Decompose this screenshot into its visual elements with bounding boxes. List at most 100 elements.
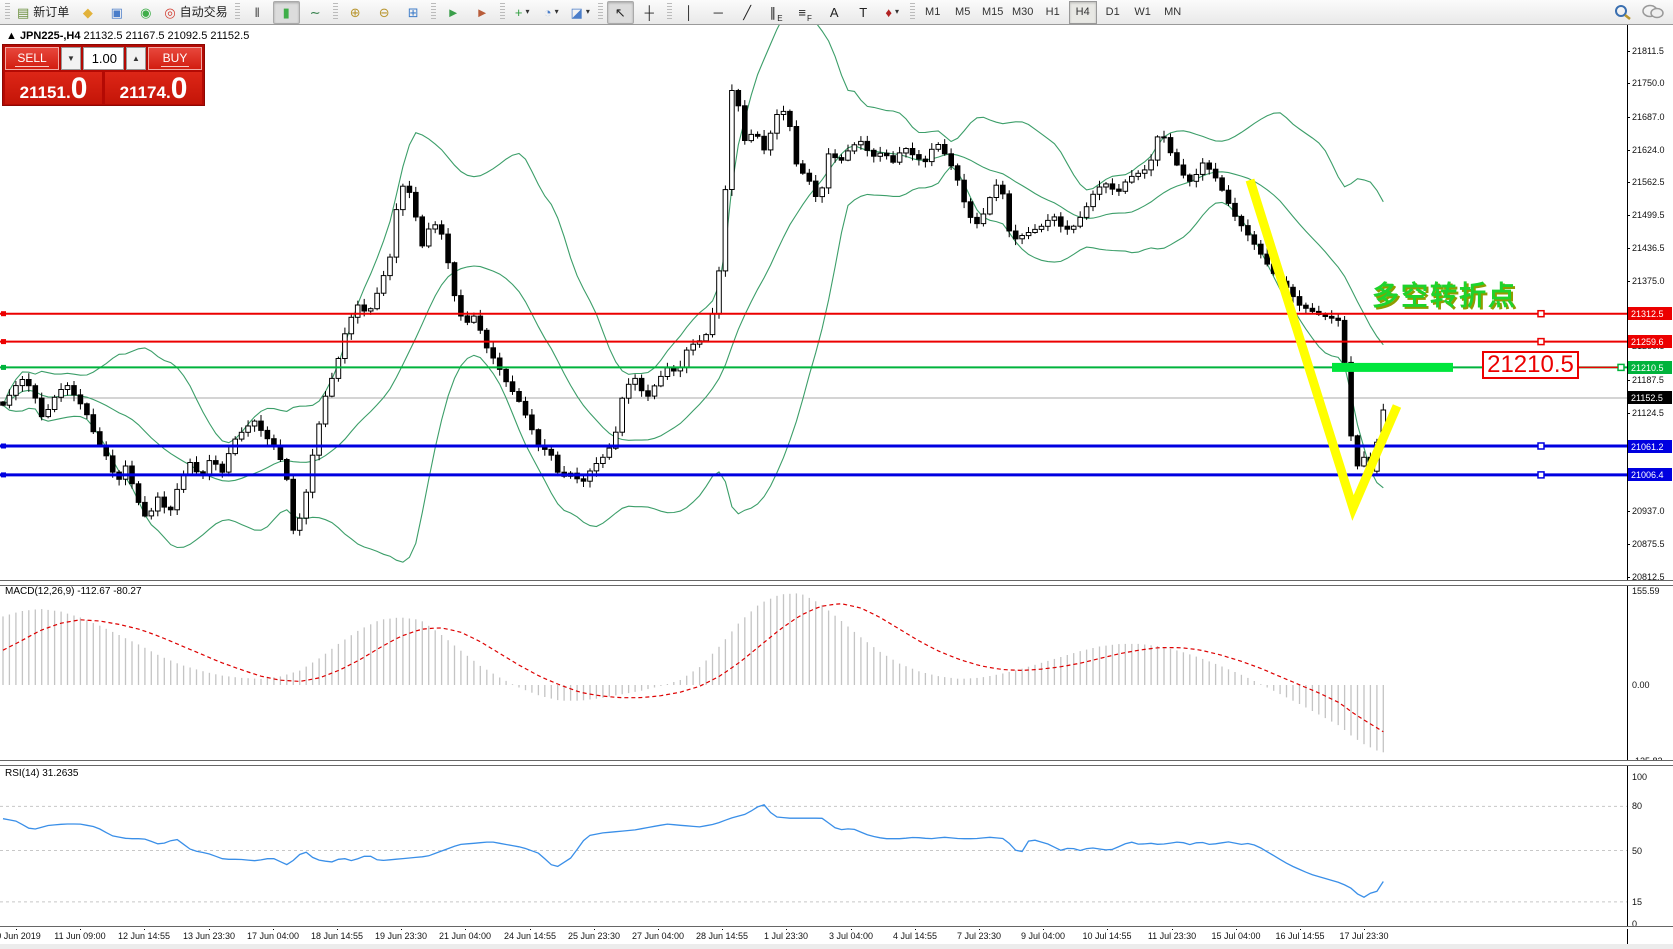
vertical-line-icon: │ [685, 6, 693, 19]
arrows-icon[interactable]: ♦▾ [879, 1, 906, 24]
rsi-panel[interactable] [0, 766, 1627, 926]
toolbar-grip [667, 3, 672, 21]
time-tick-label: 10 Jun 2019 [0, 931, 41, 941]
time-tick-label: 25 Jun 23:30 [568, 931, 620, 941]
channel-icon[interactable]: ∥E [763, 1, 790, 24]
time-tick-label: 19 Jun 23:30 [375, 931, 427, 941]
time-tick-label: 11 Jul 23:30 [1148, 931, 1196, 941]
time-tick-label: 12 Jun 14:55 [118, 931, 170, 941]
tile-windows-icon[interactable]: ⊞ [400, 1, 427, 24]
channel-icon: ∥ [770, 6, 777, 19]
panel-separator-macd[interactable] [0, 580, 1673, 586]
label-icon[interactable]: T [850, 1, 877, 24]
chart-shift-icon: ► [476, 6, 489, 19]
label-icon: T [859, 6, 867, 19]
search-icon[interactable] [1613, 3, 1633, 21]
time-tick-label: 27 Jun 04:00 [632, 931, 684, 941]
terminal-icon[interactable]: ▣ [103, 1, 130, 24]
line-chart-icon[interactable]: ∼ [302, 1, 329, 24]
trendline-icon[interactable]: ╱ [734, 1, 761, 24]
rsi-tick-label: 100 [1632, 772, 1672, 782]
text-icon[interactable]: A [821, 1, 848, 24]
auto-scroll-icon[interactable]: ► [440, 1, 467, 24]
axis-badge-21259.6: 21259.6 [1628, 335, 1672, 348]
price-tick [1627, 544, 1630, 545]
signals-icon[interactable]: ◉ [132, 1, 159, 24]
buy-price[interactable]: 21174.0 [105, 72, 202, 104]
time-tick-label: 17 Jun 04:00 [247, 931, 299, 941]
rsi-levels [0, 806, 1627, 902]
macd-tick-label: 0.00 [1632, 680, 1672, 690]
bar-chart-icon[interactable]: ‖ [244, 1, 271, 24]
price-tick [1627, 150, 1630, 151]
timeframe-m30[interactable]: M30 [1009, 1, 1037, 24]
candlestick-icon[interactable]: ▮ [273, 1, 300, 24]
vertical-line-icon[interactable]: │ [676, 1, 703, 24]
bottom-strip [0, 944, 1673, 949]
templates-icon[interactable]: ◪▾ [567, 1, 594, 24]
metaeditor-icon[interactable]: ◆ [74, 1, 101, 24]
timeframe-m15[interactable]: M15 [979, 1, 1007, 24]
price-tick-label: 21687.0 [1632, 112, 1672, 122]
periods-clock-icon[interactable]: ◔▾ [538, 1, 565, 24]
new-order-button[interactable]: ▤新订单 [14, 1, 72, 24]
horizontal-line-icon[interactable]: ─ [705, 1, 732, 24]
time-tick-label: 28 Jun 14:55 [696, 931, 748, 941]
toolbar-grip [5, 3, 10, 21]
indicators-add-icon[interactable]: +▾ [509, 1, 536, 24]
timeframe-w1[interactable]: W1 [1129, 1, 1157, 24]
candlestick-icon: ▮ [283, 6, 290, 19]
price-tick-label: 21187.5 [1632, 375, 1672, 385]
macd-histogram [3, 593, 1383, 752]
bollinger-bands [3, 25, 1383, 562]
yellow-zigzag[interactable] [1250, 180, 1397, 508]
one-click-trading-panel: SELL ▼ 1.00 ▲ BUY 21151.0 21174.0 [2, 44, 205, 106]
templates-icon-dropdown[interactable]: ▾ [586, 8, 590, 16]
turning-point-annotation[interactable]: 多空转折点 [1372, 274, 1517, 313]
panel-separator-rsi[interactable] [0, 760, 1673, 766]
sell-price[interactable]: 21151.0 [5, 72, 102, 104]
cursor-icon[interactable]: ↖ [607, 1, 634, 24]
time-tick-label: 13 Jun 23:30 [183, 931, 235, 941]
green-highlight-bar[interactable] [1332, 363, 1453, 372]
chart-shift-icon[interactable]: ► [469, 1, 496, 24]
timeframe-mn[interactable]: MN [1159, 1, 1187, 24]
price-tick [1627, 577, 1630, 578]
volume-increase-button[interactable]: ▲ [126, 47, 146, 70]
volume-decrease-button[interactable]: ▼ [61, 47, 81, 70]
sell-button[interactable]: SELL [5, 47, 59, 70]
price-tick-label: 21562.5 [1632, 177, 1672, 187]
macd-panel[interactable] [0, 584, 1627, 762]
arrows-icon-dropdown[interactable]: ▾ [895, 8, 899, 16]
price-callout-label[interactable]: 21210.5 [1482, 351, 1579, 379]
buy-button[interactable]: BUY [148, 47, 202, 70]
periods-clock-icon-dropdown[interactable]: ▾ [555, 8, 559, 16]
time-tick-label: 10 Jul 14:55 [1082, 931, 1131, 941]
autotrading-button[interactable]: ◎自动交易 [161, 1, 230, 24]
candles [1, 84, 1386, 535]
signals-icon: ◉ [140, 6, 151, 19]
timeframe-d1[interactable]: D1 [1099, 1, 1127, 24]
price-tick [1627, 83, 1630, 84]
timeframe-m1[interactable]: M1 [919, 1, 947, 24]
timeframe-m5[interactable]: M5 [949, 1, 977, 24]
time-tick-label: 18 Jun 14:55 [311, 931, 363, 941]
zoom-in-icon[interactable]: ⊕ [342, 1, 369, 24]
indicators-add-icon-dropdown[interactable]: ▾ [525, 8, 529, 16]
price-tick-label: 20937.0 [1632, 506, 1672, 516]
chat-icon[interactable] [1641, 3, 1665, 21]
zoom-out-icon[interactable]: ⊖ [371, 1, 398, 24]
time-tick-label: 1 Jul 23:30 [764, 931, 808, 941]
price-tick [1627, 413, 1630, 414]
crosshair-icon[interactable]: ┼ [636, 1, 663, 24]
terminal-icon: ▣ [111, 6, 123, 19]
horizontal-line-icon: ─ [714, 6, 723, 19]
timeframe-h4[interactable]: H4 [1069, 1, 1097, 24]
price-tick [1627, 182, 1630, 183]
macd-tick-label: 155.59 [1632, 586, 1672, 596]
axis-badge-21061.2: 21061.2 [1628, 440, 1672, 453]
fibonacci-icon[interactable]: ≡F [792, 1, 819, 24]
volume-input[interactable]: 1.00 [83, 47, 124, 70]
price-tick [1627, 281, 1630, 282]
timeframe-h1[interactable]: H1 [1039, 1, 1067, 24]
